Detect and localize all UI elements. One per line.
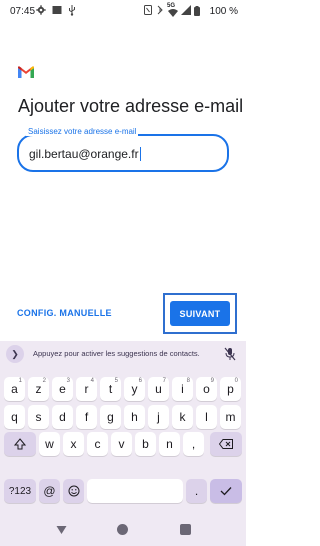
page-title: Ajouter votre adresse e-mail [18, 96, 244, 116]
key-hint: 5 [114, 378, 118, 384]
key-hint: 8 [186, 378, 190, 384]
back-icon[interactable] [56, 524, 67, 535]
wifi-icon [168, 9, 178, 17]
key-d[interactable]: d [52, 405, 73, 429]
status-time: 07:45 [10, 6, 36, 17]
next-button[interactable]: SUIVANT [170, 301, 230, 326]
key-label: u [155, 382, 162, 396]
key-hint: 1 [18, 378, 22, 384]
key-n[interactable]: n [159, 432, 180, 456]
key-r[interactable]: r4 [76, 377, 97, 401]
key-hint: 9 [210, 378, 214, 384]
manual-config-button[interactable]: CONFIG. MANUELLE [17, 308, 112, 318]
at-key[interactable]: @ [39, 479, 60, 503]
key-y[interactable]: y6 [124, 377, 145, 401]
chevron-right-icon[interactable]: ❯ [6, 345, 24, 363]
next-button-highlight: SUIVANT [163, 293, 237, 334]
key-p[interactable]: p0 [220, 377, 241, 401]
key-f[interactable]: f [76, 405, 97, 429]
mic-off-icon[interactable] [224, 347, 236, 361]
key-hint: 0 [234, 378, 238, 384]
text-caret [139, 147, 141, 161]
key-hint: 4 [90, 378, 94, 384]
key-label: r [84, 382, 89, 396]
key-j[interactable]: j [148, 405, 169, 429]
key-label: y [131, 382, 138, 396]
key-a[interactable]: a1 [4, 377, 25, 401]
key-q[interactable]: q [4, 405, 25, 429]
key-label: z [35, 382, 42, 396]
key-x[interactable]: x [63, 432, 84, 456]
key-t[interactable]: t5 [100, 377, 121, 401]
usb-icon [69, 5, 75, 16]
comma-key[interactable]: , [183, 432, 204, 456]
email-field[interactable]: gil.bertau@orange.fr [17, 134, 229, 172]
suggestion-strip: ❯ Appuyez pour activer les suggestions d… [0, 341, 246, 367]
key-s[interactable]: s [28, 405, 49, 429]
key-e[interactable]: e3 [52, 377, 73, 401]
key-hint: 3 [66, 378, 70, 384]
key-label: o [203, 382, 210, 396]
checkmark-icon [220, 487, 232, 496]
recents-icon[interactable] [180, 524, 191, 535]
email-value[interactable]: gil.bertau@orange.fr [29, 147, 141, 161]
vibrate-icon [157, 5, 163, 15]
space-key[interactable] [87, 479, 183, 503]
key-u[interactable]: u7 [148, 377, 169, 401]
key-c[interactable]: c [87, 432, 108, 456]
signal-icon [181, 5, 191, 15]
symbols-key[interactable]: ?123 [4, 479, 36, 503]
contact-suggestion-prompt[interactable]: Appuyez pour activer les suggestions de … [33, 349, 200, 358]
key-z[interactable]: z2 [28, 377, 49, 401]
enter-key[interactable] [210, 479, 242, 503]
key-i[interactable]: i8 [172, 377, 193, 401]
key-label: t [108, 382, 113, 396]
key-hint: 7 [162, 378, 166, 384]
key-h[interactable]: h [124, 405, 145, 429]
key-label: e [59, 382, 66, 396]
backspace-icon [219, 439, 233, 449]
key-label: i [181, 382, 184, 396]
emoji-icon [68, 485, 79, 497]
key-hint: 6 [138, 378, 142, 384]
nfc-icon [144, 5, 152, 15]
shift-key[interactable] [4, 432, 36, 456]
key-label: p [227, 382, 234, 396]
email-text: gil.bertau@orange.fr [29, 147, 139, 161]
key-m[interactable]: m [220, 405, 241, 429]
key-b[interactable]: b [135, 432, 156, 456]
battery-icon [194, 6, 200, 16]
status-bar: 07:45 5G 100 % [0, 0, 246, 24]
gear-icon [36, 5, 46, 15]
key-g[interactable]: g [100, 405, 121, 429]
backspace-key[interactable] [210, 432, 242, 456]
navigation-bar [0, 515, 246, 546]
key-v[interactable]: v [111, 432, 132, 456]
key-o[interactable]: o9 [196, 377, 217, 401]
key-l[interactable]: l [196, 405, 217, 429]
gmail-logo [18, 66, 34, 78]
key-label: a [11, 382, 18, 396]
image-icon [52, 6, 62, 14]
key-hint: 2 [42, 378, 46, 384]
emoji-key[interactable] [63, 479, 84, 503]
key-w[interactable]: w [39, 432, 60, 456]
home-icon[interactable] [117, 524, 128, 535]
key-k[interactable]: k [172, 405, 193, 429]
period-key[interactable]: . [186, 479, 207, 503]
email-field-label: Saisissez votre adresse e-mail [26, 127, 139, 136]
battery-percent: 100 % [209, 6, 238, 17]
keyboard: ❯ Appuyez pour activer les suggestions d… [0, 341, 246, 515]
shift-icon [14, 438, 26, 450]
